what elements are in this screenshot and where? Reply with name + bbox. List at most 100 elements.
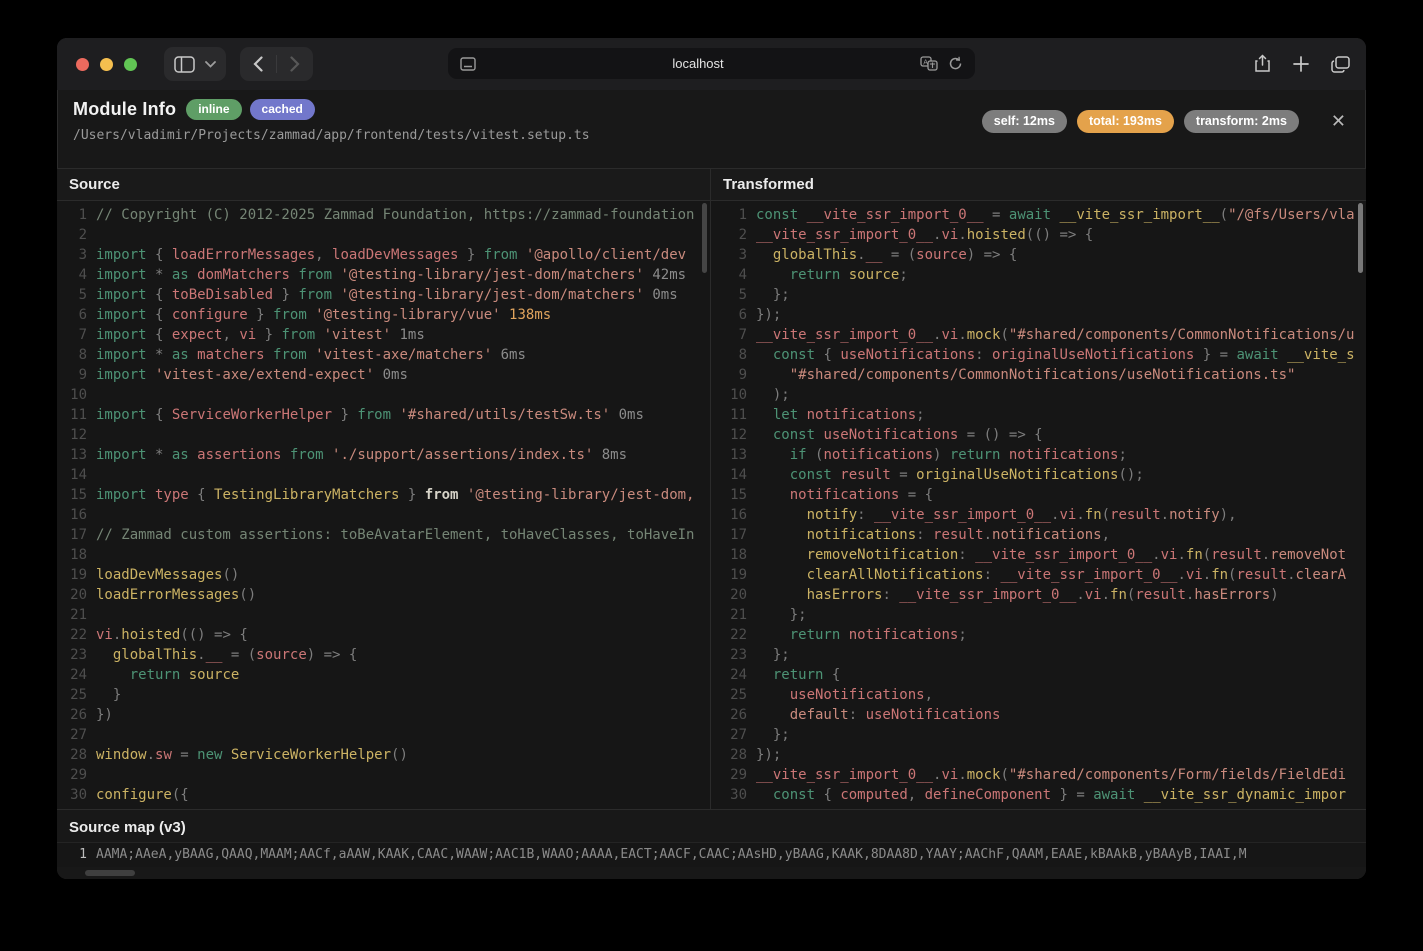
share-icon[interactable] bbox=[1254, 54, 1271, 74]
forward-button[interactable] bbox=[277, 47, 313, 81]
line-number: 8 bbox=[57, 345, 96, 365]
line-number: 2 bbox=[57, 225, 96, 245]
line-number: 15 bbox=[57, 485, 96, 505]
code-line: 8 const { useNotifications: originalUseN… bbox=[711, 345, 1366, 365]
code-line: 10 bbox=[57, 385, 710, 405]
code-line: 27 bbox=[57, 725, 710, 745]
line-number: 19 bbox=[711, 565, 756, 585]
line-number: 20 bbox=[711, 585, 756, 605]
minimize-window-button[interactable] bbox=[100, 58, 113, 71]
source-scrollbar-thumb[interactable] bbox=[702, 203, 707, 273]
code-line: 21 }; bbox=[711, 605, 1366, 625]
line-number: 16 bbox=[57, 505, 96, 525]
module-file-path: /Users/vladimir/Projects/zammad/app/fron… bbox=[73, 128, 590, 143]
code-line: 1const __vite_ssr_import_0__ = await __v… bbox=[711, 205, 1366, 225]
line-number: 11 bbox=[711, 405, 756, 425]
code-line: 19loadDevMessages() bbox=[57, 565, 710, 585]
page-title: Module Info bbox=[73, 99, 176, 120]
page-format-icon[interactable] bbox=[460, 57, 476, 71]
close-icon[interactable]: ✕ bbox=[1327, 110, 1350, 132]
address-bar[interactable]: localhost A bbox=[448, 48, 975, 79]
code-line: 23 globalThis.__ = (source) => { bbox=[57, 645, 710, 665]
zoom-window-button[interactable] bbox=[124, 58, 137, 71]
code-line: 3 globalThis.__ = (source) => { bbox=[711, 245, 1366, 265]
transformed-code: 1const __vite_ssr_import_0__ = await __v… bbox=[711, 201, 1366, 809]
line-number: 3 bbox=[711, 245, 756, 265]
code-line: 20 hasErrors: __vite_ssr_import_0__.vi.f… bbox=[711, 585, 1366, 605]
line-number: 18 bbox=[57, 545, 96, 565]
code-line: 13 if (notifications) return notificatio… bbox=[711, 445, 1366, 465]
line-number: 25 bbox=[57, 685, 96, 705]
code-line: 4 return source; bbox=[711, 265, 1366, 285]
tab-overview-icon[interactable] bbox=[1331, 56, 1350, 73]
line-number: 22 bbox=[57, 625, 96, 645]
transformed-panel: Transformed 1const __vite_ssr_import_0__… bbox=[711, 169, 1366, 809]
code-line: 1// Copyright (C) 2012-2025 Zammad Found… bbox=[57, 205, 710, 225]
sourcemap-mappings: AAMA;AAeA,yBAAG,QAAQ,MAAM;AACf,aAAW,KAAK… bbox=[96, 846, 1247, 864]
code-line: 25 } bbox=[57, 685, 710, 705]
browser-titlebar: localhost A bbox=[57, 38, 1366, 90]
code-line: 7__vite_ssr_import_0__.vi.mock("#shared/… bbox=[711, 325, 1366, 345]
code-line: 5import { toBeDisabled } from '@testing-… bbox=[57, 285, 710, 305]
line-number: 16 bbox=[711, 505, 756, 525]
new-tab-icon[interactable] bbox=[1293, 56, 1309, 72]
transformed-panel-title: Transformed bbox=[711, 169, 1366, 201]
line-number: 7 bbox=[57, 325, 96, 345]
module-info-header: Module Info inlinecached /Users/vladimir… bbox=[57, 90, 1366, 168]
line-number: 12 bbox=[711, 425, 756, 445]
code-line: 6}); bbox=[711, 305, 1366, 325]
timing-badge: self: 12ms bbox=[982, 110, 1067, 133]
line-number: 26 bbox=[57, 705, 96, 725]
line-number: 3 bbox=[57, 245, 96, 265]
close-window-button[interactable] bbox=[76, 58, 89, 71]
line-number: 27 bbox=[57, 725, 96, 745]
timing-badges: self: 12mstotal: 193mstransform: 2ms bbox=[982, 110, 1299, 133]
sourcemap-line: 1 AAMA;AAeA,yBAAG,QAAQ,MAAM;AACf,aAAW,KA… bbox=[57, 842, 1366, 867]
code-line: 30configure({ bbox=[57, 785, 710, 805]
titlebar-right-buttons bbox=[1254, 38, 1350, 90]
code-line: 20loadErrorMessages() bbox=[57, 585, 710, 605]
code-line: 27 }; bbox=[711, 725, 1366, 745]
line-number: 24 bbox=[711, 665, 756, 685]
code-line: 18 removeNotification: __vite_ssr_import… bbox=[711, 545, 1366, 565]
line-number: 2 bbox=[711, 225, 756, 245]
chevron-down-icon[interactable] bbox=[205, 61, 216, 68]
sidebar-icon[interactable] bbox=[174, 56, 195, 73]
line-number: 24 bbox=[57, 665, 96, 685]
code-line: 4import * as domMatchers from '@testing-… bbox=[57, 265, 710, 285]
sourcemap-section: Source map (v3) 1 AAMA;AAeA,yBAAG,QAAQ,M… bbox=[57, 809, 1366, 879]
code-line: 17 notifications: result.notifications, bbox=[711, 525, 1366, 545]
line-number: 20 bbox=[57, 585, 96, 605]
line-number: 19 bbox=[57, 565, 96, 585]
code-line: 6import { configure } from '@testing-lib… bbox=[57, 305, 710, 325]
line-number: 6 bbox=[711, 305, 756, 325]
line-number: 4 bbox=[57, 265, 96, 285]
line-number: 4 bbox=[711, 265, 756, 285]
url-text[interactable]: localhost bbox=[476, 56, 920, 71]
code-line: 30 const { computed, defineComponent } =… bbox=[711, 785, 1366, 805]
line-number: 7 bbox=[711, 325, 756, 345]
code-line: 9import 'vitest-axe/extend-expect' 0ms bbox=[57, 365, 710, 385]
line-number: 5 bbox=[57, 285, 96, 305]
timing-badge: transform: 2ms bbox=[1184, 110, 1299, 133]
reload-icon[interactable] bbox=[948, 56, 963, 71]
line-number: 12 bbox=[57, 425, 96, 445]
line-number: 10 bbox=[711, 385, 756, 405]
code-panels: Source 1// Copyright (C) 2012-2025 Zamma… bbox=[57, 168, 1366, 809]
code-line: 28}); bbox=[711, 745, 1366, 765]
translate-icon[interactable]: A bbox=[920, 56, 938, 71]
code-line: 26}) bbox=[57, 705, 710, 725]
code-line: 29__vite_ssr_import_0__.vi.mock("#shared… bbox=[711, 765, 1366, 785]
status-badge: inline bbox=[186, 99, 241, 120]
sourcemap-hscrollbar-thumb[interactable] bbox=[85, 870, 135, 876]
code-line: 15 notifications = { bbox=[711, 485, 1366, 505]
transformed-scrollbar-thumb[interactable] bbox=[1358, 203, 1363, 273]
code-line: 29 bbox=[57, 765, 710, 785]
code-line: 25 useNotifications, bbox=[711, 685, 1366, 705]
code-line: 24 return { bbox=[711, 665, 1366, 685]
back-button[interactable] bbox=[240, 47, 276, 81]
line-number: 10 bbox=[57, 385, 96, 405]
line-number: 17 bbox=[57, 525, 96, 545]
code-line: 22vi.hoisted(() => { bbox=[57, 625, 710, 645]
code-line: 10 ); bbox=[711, 385, 1366, 405]
